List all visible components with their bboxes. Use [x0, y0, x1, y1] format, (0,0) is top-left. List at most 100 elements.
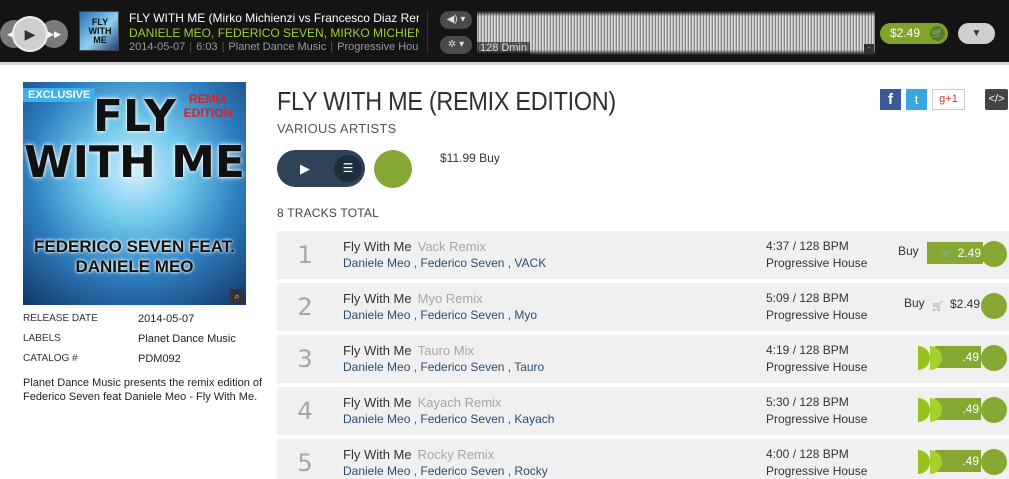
track-title-text: Fly With Me	[343, 343, 412, 358]
track-title-text: Fly With Me	[343, 395, 412, 410]
cover-feat-text: FEDERICO SEVEN FEAT. DANIELE MEO	[34, 237, 235, 276]
now-playing-label[interactable]: Planet Dance Music	[228, 41, 326, 53]
chevron-down-icon[interactable]: ▼	[958, 23, 995, 44]
track-title-text: Fly With Me	[343, 447, 412, 462]
release-meta: RELEASE DATE 2014-05-07 LABELS Planet Da…	[23, 313, 263, 373]
now-playing-date: 2014-05-07	[129, 41, 186, 53]
track-genre[interactable]: Progressive House	[766, 464, 867, 478]
track-buy-label[interactable]: Buy	[904, 296, 925, 310]
waveform-marker: -	[864, 44, 874, 54]
track-artists[interactable]: Daniele Meo , Federico Seven , Myo	[343, 308, 537, 322]
release-cover[interactable]: FLY WITH ME EXCLUSIVE REMIX EDITION FEDE…	[23, 82, 246, 305]
meta-row-labels: LABELS Planet Dance Music	[23, 333, 263, 353]
track-title[interactable]: Fly With Me Rocky Remix	[343, 447, 494, 462]
track-price: .49	[962, 454, 979, 468]
now-playing-meta: 2014-05-07 | 6:03 | Planet Dance Music | Progr…	[129, 41, 419, 53]
track-number: 1	[297, 241, 313, 269]
track-row[interactable]: 5 Fly With Me Rocky Remix Daniele Meo , F…	[277, 439, 1009, 479]
track-genre[interactable]: Progressive House	[766, 256, 867, 270]
track-row[interactable]: 1 Fly With Me Vack Remix Daniele Meo , Fe…	[277, 231, 1009, 279]
waveform-key-label: 128 Dmin	[477, 42, 531, 55]
play-icon[interactable]: ▶	[12, 16, 48, 52]
track-mix: Kayach Remix	[417, 395, 502, 410]
gear-icon[interactable]: ✲ ▾	[440, 36, 472, 54]
track-row[interactable]: 4 Fly With Me Kayach Remix Daniele Meo , …	[277, 387, 1009, 435]
cart-icon: 🛒	[932, 301, 944, 311]
add-to-cart-button[interactable]	[981, 241, 1007, 267]
now-playing-artwork[interactable]: FLY WITH ME	[79, 11, 119, 51]
twitter-share-icon[interactable]: t	[906, 89, 927, 110]
track-artists[interactable]: Daniele Meo , Federico Seven , VACK	[343, 256, 546, 270]
cover-remix-text: REMIX EDITION	[183, 92, 233, 120]
track-price-button[interactable]: 🛒 2.49	[927, 242, 983, 264]
track-length-bpm: 5:09 / 128 BPM	[766, 291, 849, 305]
track-buy-label[interactable]: Buy	[898, 244, 919, 258]
meta-value: 2014-05-07	[138, 313, 195, 325]
track-number: 5	[297, 449, 313, 477]
now-playing-title[interactable]: FLY WITH ME (Mirko Michienzi vs Francesc…	[129, 11, 419, 25]
track-genre[interactable]: Progressive House	[766, 412, 867, 426]
now-playing-price: $2.49	[890, 26, 921, 40]
embed-code-icon[interactable]: </>	[985, 89, 1008, 110]
queue-menu-icon[interactable]: ☰	[334, 155, 362, 182]
tracks-total: 8 TRACKS TOTAL	[277, 206, 379, 220]
transport-controls: ◀◀ ▶▶ ▶	[0, 16, 68, 52]
cart-icon: 🛒	[942, 249, 954, 259]
track-length-bpm: 4:19 / 128 BPM	[766, 343, 849, 357]
release-artist[interactable]: VARIOUS ARTISTS	[277, 121, 397, 136]
track-row[interactable]: 3 Fly With Me Tauro Mix Daniele Meo , Fed…	[277, 335, 1009, 383]
play-track-chevrons-icon[interactable]	[918, 450, 946, 474]
track-row[interactable]: 2 Fly With Me Myo Remix Daniele Meo , Fed…	[277, 283, 1009, 331]
add-to-cart-button[interactable]	[981, 449, 1007, 475]
release-buy-button[interactable]	[374, 150, 412, 188]
now-playing-duration: 6:03	[196, 41, 218, 53]
track-title[interactable]: Fly With Me Tauro Mix	[343, 343, 474, 358]
play-track-chevrons-icon[interactable]	[918, 398, 946, 422]
track-title[interactable]: Fly With Me Kayach Remix	[343, 395, 501, 410]
divider	[427, 10, 428, 54]
exclusive-badge: EXCLUSIVE	[23, 88, 96, 102]
now-playing-price-button[interactable]: $2.49 🛒	[880, 23, 948, 44]
release-title: FLY WITH ME (REMIX EDITION)	[277, 86, 616, 116]
meta-row-catalog: CATALOG # PDM092	[23, 353, 263, 373]
track-price: .49	[962, 402, 979, 416]
release-buy-text[interactable]: $11.99 Buy	[440, 151, 500, 165]
track-genre[interactable]: Progressive House	[766, 360, 867, 374]
release-description: Planet Dance Music presents the remix ed…	[23, 377, 263, 403]
add-to-cart-button[interactable]	[981, 293, 1007, 319]
release-player-controls: ▶ ☰	[277, 150, 365, 187]
gplus-share-button[interactable]: g+1	[932, 89, 965, 110]
play-release-button[interactable]: ▶	[277, 150, 333, 187]
track-number: 2	[297, 293, 313, 321]
track-mix: Myo Remix	[417, 291, 483, 306]
track-length-bpm: 5:30 / 128 BPM	[766, 395, 849, 409]
facebook-share-icon[interactable]: f	[880, 89, 901, 110]
add-to-cart-button[interactable]	[981, 345, 1007, 371]
track-genre[interactable]: Progressive House	[766, 308, 867, 322]
track-title[interactable]: Fly With Me Vack Remix	[343, 239, 486, 254]
meta-key: LABELS	[23, 333, 61, 344]
now-playing-artists[interactable]: DANIELE MEO, FEDERICO SEVEN, MIRKO MICHI…	[129, 26, 419, 40]
volume-icon[interactable]: ◀) ▾	[440, 11, 472, 29]
track-artists[interactable]: Daniele Meo , Federico Seven , Tauro	[343, 360, 544, 374]
meta-value[interactable]: Planet Dance Music	[138, 333, 236, 345]
now-playing-genre[interactable]: Progressive House	[337, 41, 419, 53]
track-artists[interactable]: Daniele Meo , Federico Seven , Kayach	[343, 412, 554, 426]
track-mix: Tauro Mix	[417, 343, 474, 358]
waveform-shading	[477, 11, 875, 55]
track-length-bpm: 4:00 / 128 BPM	[766, 447, 849, 461]
player-bar: ◀◀ ▶▶ ▶ FLY WITH ME FLY WITH ME (Mirko M…	[0, 0, 1009, 65]
cart-icon: 🛒	[930, 26, 945, 41]
track-price[interactable]: $2.49	[950, 297, 980, 311]
track-artists[interactable]: Daniele Meo , Federico Seven , Rocky	[343, 464, 548, 478]
waveform[interactable]	[477, 11, 875, 55]
track-title[interactable]: Fly With Me Myo Remix	[343, 291, 483, 306]
zoom-icon[interactable]: ⌕	[230, 289, 244, 303]
meta-key: CATALOG #	[23, 353, 78, 364]
add-to-cart-button[interactable]	[981, 397, 1007, 423]
play-track-chevrons-icon[interactable]	[918, 346, 946, 370]
meta-value: PDM092	[138, 353, 181, 365]
track-price: .49	[962, 350, 979, 364]
track-mix: Rocky Remix	[417, 447, 495, 462]
meta-row-release-date: RELEASE DATE 2014-05-07	[23, 313, 263, 333]
